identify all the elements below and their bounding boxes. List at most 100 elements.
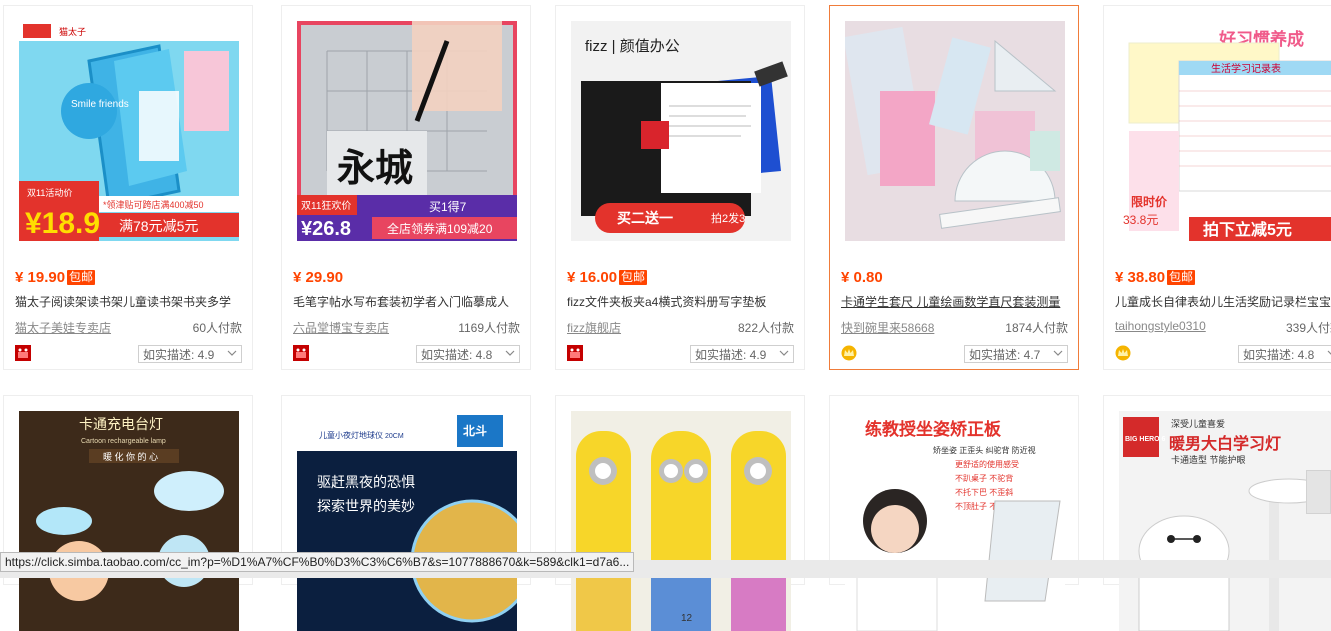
svg-text:北斗: 北斗 bbox=[463, 423, 487, 438]
svg-text:满78元减5元: 满78元减5元 bbox=[119, 218, 198, 234]
product-card[interactable]: BIG HERO 6 深受儿童喜爱 暖男大白学习灯 卡通造型 节能护眼 bbox=[1103, 395, 1331, 631]
chevron-down-icon bbox=[505, 350, 515, 356]
rating-dropdown[interactable]: 如实描述: 4.8 bbox=[1238, 345, 1331, 363]
price-row: ¥ 16.00 包邮 bbox=[567, 268, 648, 286]
product-card[interactable]: fizz | 颜值办公 买二送一 拍2发3 ¥ 16.00 包邮 fizz文件夹… bbox=[555, 5, 805, 370]
svg-text:探索世界的美妙: 探索世界的美妙 bbox=[317, 498, 415, 514]
svg-text:Cartoon rechargeable lamp: Cartoon rechargeable lamp bbox=[81, 438, 166, 445]
svg-text:生活学习记录表: 生活学习记录表 bbox=[1211, 62, 1281, 75]
rating-dropdown[interactable]: 如实描述: 4.7 bbox=[964, 345, 1068, 363]
chevron-down-icon bbox=[779, 350, 789, 356]
svg-text:¥26.8: ¥26.8 bbox=[301, 218, 351, 240]
svg-text:驱赶黑夜的恐惧: 驱赶黑夜的恐惧 bbox=[317, 474, 415, 490]
svg-text:暖 化 你 的 心: 暖 化 你 的 心 bbox=[103, 451, 158, 462]
status-bar-url: https://click.simba.taobao.com/cc_im?p=%… bbox=[0, 552, 635, 572]
sales-count: 1169人付款 bbox=[458, 321, 520, 335]
product-image[interactable]: 永城 双11狂欢价 ¥26.8 买1得7 全店领券满109减20 bbox=[297, 21, 517, 241]
product-title[interactable]: 毛笔字帖水写布套装初学者入门临摹成人 bbox=[293, 293, 523, 310]
shop-link[interactable]: fizz旗舰店 bbox=[567, 319, 621, 336]
svg-text:BIG HERO 6: BIG HERO 6 bbox=[1125, 436, 1166, 443]
svg-text:全店领券满109减20: 全店领券满109减20 bbox=[387, 221, 493, 236]
chevron-down-icon bbox=[1327, 350, 1331, 355]
chevron-down-icon bbox=[1053, 350, 1063, 356]
shop-link[interactable]: 六品堂博宝专卖店 bbox=[293, 319, 389, 336]
sales-count: 822人付款 bbox=[737, 321, 794, 335]
tmall-icon bbox=[15, 345, 31, 361]
svg-text:买二送一: 买二送一 bbox=[617, 210, 673, 226]
rating-label: 如实描述: 4.8 bbox=[421, 347, 493, 362]
price: ¥ 16.00 bbox=[567, 268, 618, 286]
chevron-down-icon bbox=[227, 350, 237, 356]
svg-text:深受儿童喜爱: 深受儿童喜爱 bbox=[1171, 418, 1225, 429]
back-to-top-button[interactable] bbox=[1306, 470, 1331, 514]
price: ¥ 19.90 bbox=[15, 268, 66, 286]
product-image[interactable]: 卡通充电台灯 Cartoon rechargeable lamp 暖 化 你 的… bbox=[19, 411, 239, 631]
svg-text:Smile friends: Smile friends bbox=[71, 99, 129, 110]
product-image-svg: BIG HERO 6 深受儿童喜爱 暖男大白学习灯 卡通造型 节能护眼 bbox=[1119, 411, 1331, 631]
product-grid: 猫太子 Smile friends 双11活动价 ¥18.9 *领津贴可跨店满4… bbox=[0, 0, 1331, 631]
product-image[interactable]: 练教授坐姿矫正板 矫坐姿 正歪头 纠驼背 防近视 更舒适的使用感受 不趴桌子 不… bbox=[845, 411, 1065, 631]
product-image[interactable] bbox=[845, 21, 1065, 241]
product-title[interactable]: 猫太子阅读架读书架儿童读书架书夹多学 bbox=[15, 293, 245, 310]
svg-text:拍2发3: 拍2发3 bbox=[711, 211, 745, 225]
product-image-svg: 好习惯养成 生活学习记录表 限时价 33.8元 拍下立减5元 bbox=[1119, 21, 1331, 241]
price-row: ¥ 19.90 包邮 bbox=[15, 268, 96, 286]
rating-label: 如实描述: 4.9 bbox=[143, 347, 215, 362]
rating-dropdown[interactable]: 如实描述: 4.8 bbox=[416, 345, 520, 363]
rating-label: 如实描述: 4.7 bbox=[969, 347, 1041, 362]
sales-count: 339人付款 bbox=[1285, 321, 1331, 335]
product-image-svg: 练教授坐姿矫正板 矫坐姿 正歪头 纠驼背 防近视 更舒适的使用感受 不趴桌子 不… bbox=[845, 411, 1065, 631]
product-card[interactable]: 猫太子 Smile friends 双11活动价 ¥18.9 *领津贴可跨店满4… bbox=[3, 5, 253, 370]
price: ¥ 38.80 bbox=[1115, 268, 1166, 286]
product-card[interactable]: 练教授坐姿矫正板 矫坐姿 正歪头 纠驼背 防近视 更舒适的使用感受 不趴桌子 不… bbox=[829, 395, 1079, 631]
rating-dropdown[interactable]: 如实描述: 4.9 bbox=[138, 345, 242, 363]
price: ¥ 29.90 bbox=[293, 268, 344, 286]
svg-text:猫太子: 猫太子 bbox=[59, 26, 86, 37]
svg-text:暖男大白学习灯: 暖男大白学习灯 bbox=[1169, 434, 1281, 453]
product-image-svg: 儿童小夜灯地球仪 20CM 北斗 驱赶黑夜的恐惧 探索世界的美妙 bbox=[297, 411, 517, 631]
product-image[interactable]: 好习惯养成 生活学习记录表 限时价 33.8元 拍下立减5元 bbox=[1119, 21, 1331, 241]
svg-text:fizz | 颜值办公: fizz | 颜值办公 bbox=[585, 38, 680, 55]
product-image[interactable]: 12 bbox=[571, 411, 791, 631]
svg-text:拍下立减5元: 拍下立减5元 bbox=[1203, 220, 1292, 239]
product-image-svg: fizz | 颜值办公 买二送一 拍2发3 bbox=[571, 21, 791, 241]
product-image[interactable]: fizz | 颜值办公 买二送一 拍2发3 bbox=[571, 21, 791, 241]
product-title[interactable]: 儿童成长自律表幼儿生活奖励记录栏宝宝 bbox=[1115, 293, 1331, 310]
product-card[interactable]: 好习惯养成 生活学习记录表 限时价 33.8元 拍下立减5元 ¥ 38.80 包… bbox=[1103, 5, 1331, 370]
product-title[interactable]: 卡通学生套尺 儿童绘画数学直尺套装测量 bbox=[841, 293, 1071, 310]
price-row: ¥ 0.80 bbox=[841, 268, 883, 286]
free-shipping-badge: 包邮 bbox=[619, 269, 648, 285]
tmall-icon bbox=[293, 345, 309, 361]
free-shipping-badge: 包邮 bbox=[1167, 269, 1196, 285]
rating-dropdown[interactable]: 如实描述: 4.9 bbox=[690, 345, 794, 363]
rating-label: 如实描述: 4.9 bbox=[695, 347, 767, 362]
svg-text:矫坐姿 正歪头 纠驼背 防近视: 矫坐姿 正歪头 纠驼背 防近视 bbox=[933, 445, 1036, 455]
tmall-icon bbox=[567, 345, 583, 361]
shop-link[interactable]: taihongstyle0310 bbox=[1115, 319, 1206, 333]
product-image[interactable]: BIG HERO 6 深受儿童喜爱 暖男大白学习灯 卡通造型 节能护眼 bbox=[1119, 411, 1331, 631]
product-image[interactable]: 猫太子 Smile friends 双11活动价 ¥18.9 *领津贴可跨店满4… bbox=[19, 21, 239, 241]
sales-count: 1874人付款 bbox=[1005, 321, 1068, 335]
price-row: ¥ 38.80 包邮 bbox=[1115, 268, 1196, 286]
product-image[interactable]: 儿童小夜灯地球仪 20CM 北斗 驱赶黑夜的恐惧 探索世界的美妙 bbox=[297, 411, 517, 631]
shop-link[interactable]: 猫太子美娃专卖店 bbox=[15, 319, 111, 336]
svg-text:永城: 永城 bbox=[337, 148, 413, 190]
product-image-svg: 卡通充电台灯 Cartoon rechargeable lamp 暖 化 你 的… bbox=[19, 411, 239, 631]
product-image-svg: 12 bbox=[571, 411, 791, 631]
svg-text:儿童小夜灯地球仪: 儿童小夜灯地球仪 bbox=[319, 430, 383, 440]
crown-icon bbox=[841, 345, 857, 361]
product-title[interactable]: fizz文件夹板夹a4横式资料册写字垫板 bbox=[567, 293, 797, 310]
crown-icon bbox=[1115, 345, 1131, 361]
rating-label: 如实描述: 4.8 bbox=[1243, 347, 1315, 362]
svg-text:双11活动价: 双11活动价 bbox=[27, 187, 72, 198]
shop-link[interactable]: 快到碗里来58668 bbox=[841, 319, 934, 336]
svg-text:*领津贴可跨店满400减50: *领津贴可跨店满400减50 bbox=[103, 199, 204, 210]
svg-text:12: 12 bbox=[681, 613, 693, 624]
svg-text:更舒适的使用感受: 更舒适的使用感受 bbox=[955, 459, 1019, 469]
product-card[interactable]: 永城 双11狂欢价 ¥26.8 买1得7 全店领券满109减20 ¥ 29.90… bbox=[281, 5, 531, 370]
product-image-svg: 永城 双11狂欢价 ¥26.8 买1得7 全店领券满109减20 bbox=[297, 21, 517, 241]
svg-text:20CM: 20CM bbox=[385, 433, 404, 440]
svg-text:卡通造型 节能护眼: 卡通造型 节能护眼 bbox=[1171, 454, 1246, 465]
svg-text:卡通充电台灯: 卡通充电台灯 bbox=[79, 416, 163, 432]
product-card[interactable]: ¥ 0.80 卡通学生套尺 儿童绘画数学直尺套装测量 快到碗里来58668 18… bbox=[829, 5, 1079, 370]
